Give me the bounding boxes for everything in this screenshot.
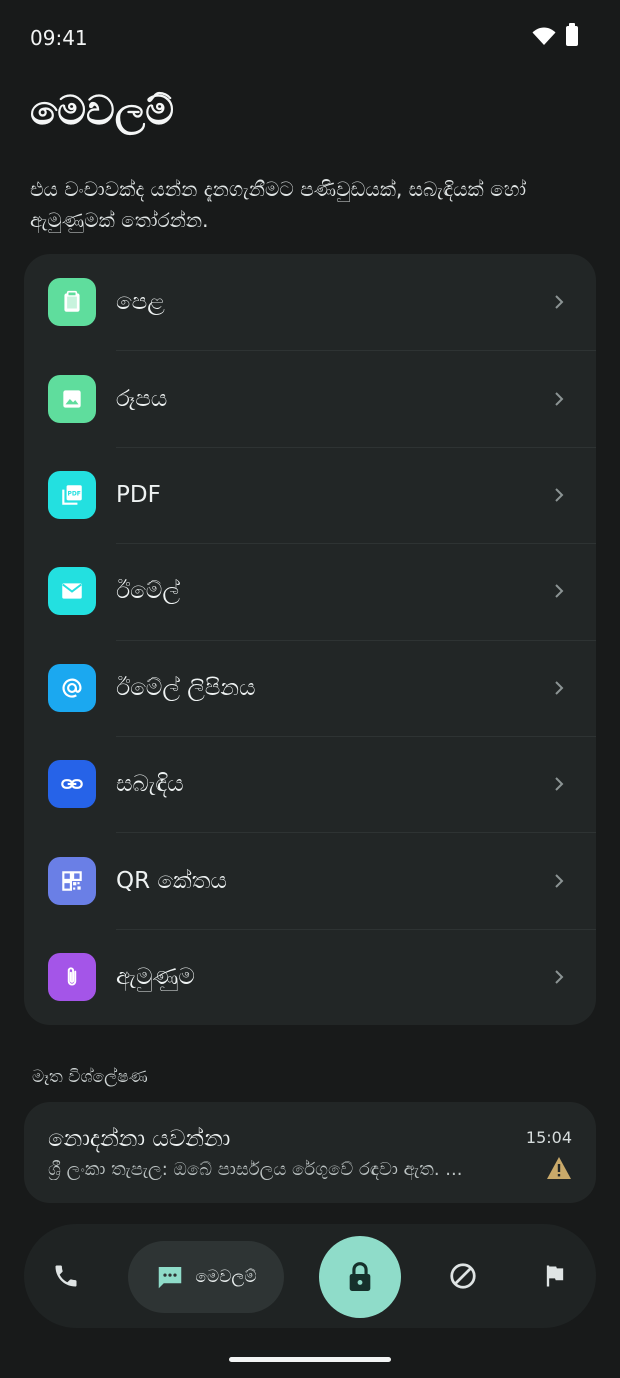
tool-item-label: PDF bbox=[116, 481, 161, 508]
tools-screen: 09:41 මෙවලම් එය වංචාවක්ද යන්න දැනගැනීමට … bbox=[0, 0, 620, 1378]
tool-item-label: පෙළ bbox=[116, 289, 165, 316]
tool-item-label: රූපය bbox=[116, 385, 168, 412]
tool-item-text[interactable]: පෙළ bbox=[24, 254, 596, 350]
link-icon bbox=[48, 760, 96, 809]
pdf-icon: PDF bbox=[48, 470, 96, 519]
message-bubble-icon bbox=[159, 1267, 182, 1289]
chevron-right-icon bbox=[555, 681, 564, 695]
chevron-right-icon bbox=[555, 777, 564, 791]
phone-icon bbox=[55, 1265, 77, 1287]
tool-item-label: සබැඳිය bbox=[116, 771, 184, 798]
tool-item-label: QR කේතය bbox=[116, 867, 227, 894]
svg-text:PDF: PDF bbox=[67, 491, 80, 498]
tool-item-attachment[interactable]: ඇමුණුම bbox=[24, 928, 596, 1025]
nav-blocked-button[interactable] bbox=[443, 1256, 483, 1296]
nav-lock-button[interactable] bbox=[319, 1236, 401, 1318]
battery-icon bbox=[566, 23, 578, 46]
page-title: මෙවලම් bbox=[30, 88, 175, 134]
mail-icon bbox=[48, 567, 96, 616]
clipboard-icon bbox=[48, 278, 96, 327]
chevron-right-icon bbox=[555, 584, 564, 599]
bottom-nav: මෙවලම් bbox=[24, 1224, 596, 1328]
page-description: එය වංචාවක්ද යන්න දැනගැනීමට පණිවුඩයක්, සබ… bbox=[30, 177, 527, 232]
status-time: 09:41 bbox=[30, 26, 88, 50]
tool-item-email-address[interactable]: ඊමේල් ලිපිනය bbox=[24, 639, 596, 736]
qr-code-icon bbox=[48, 856, 96, 905]
paperclip-icon bbox=[48, 952, 96, 1001]
lock-icon bbox=[349, 1262, 371, 1291]
chevron-right-icon bbox=[555, 488, 564, 502]
tool-item-email[interactable]: ඊමේල් bbox=[24, 543, 596, 639]
warning-icon bbox=[547, 1157, 571, 1179]
tool-item-qr-code[interactable]: QR කේතය bbox=[24, 832, 596, 928]
nav-report-button[interactable] bbox=[535, 1256, 575, 1296]
message-time: 15:04 bbox=[525, 1128, 572, 1147]
flag-icon bbox=[546, 1265, 564, 1287]
tool-item-pdf[interactable]: PDF PDF bbox=[24, 446, 596, 543]
at-sign-icon bbox=[48, 663, 96, 712]
tool-item-label: ඇමුණුම bbox=[116, 963, 195, 990]
tool-item-link[interactable]: සබැඳිය bbox=[24, 735, 596, 832]
status-bar: 09:41 bbox=[0, 0, 620, 76]
tools-list: පෙළ රූපය PDF PDF ඊමේල් ඊමේල් ලිපිනය සබැඳ… bbox=[24, 254, 596, 1025]
tool-item-image[interactable]: රූපය bbox=[24, 350, 596, 446]
image-icon bbox=[48, 374, 96, 423]
chevron-right-icon bbox=[555, 970, 564, 984]
wifi-icon bbox=[532, 27, 556, 45]
nav-tools-label: මෙවලම් bbox=[195, 1267, 257, 1287]
recent-section-header: මෑත විශ්ලේෂණ bbox=[32, 1067, 148, 1087]
message-sender: නොදන්නා යවන්නා bbox=[48, 1126, 231, 1152]
recent-message-card[interactable]: නොදන්නා යවන්නා ශ්‍රී ලංකා තැපැල: ඔබේ පාර… bbox=[24, 1102, 596, 1203]
home-indicator[interactable] bbox=[229, 1357, 391, 1362]
status-icons bbox=[532, 23, 578, 46]
chevron-right-icon bbox=[555, 873, 564, 888]
tool-item-label: ඊමේල් ලිපිනය bbox=[116, 674, 256, 701]
tool-item-label: ඊමේල් bbox=[116, 578, 180, 605]
nav-tools-button[interactable]: මෙවලම් bbox=[128, 1241, 284, 1313]
chevron-right-icon bbox=[555, 391, 564, 406]
nav-calls-button[interactable] bbox=[46, 1256, 86, 1296]
message-preview: ශ්‍රී ලංකා තැපැල: ඔබේ පාර්සලය රේගුවේ රඳව… bbox=[48, 1159, 463, 1180]
chevron-right-icon bbox=[555, 295, 564, 309]
block-icon bbox=[450, 1263, 476, 1289]
